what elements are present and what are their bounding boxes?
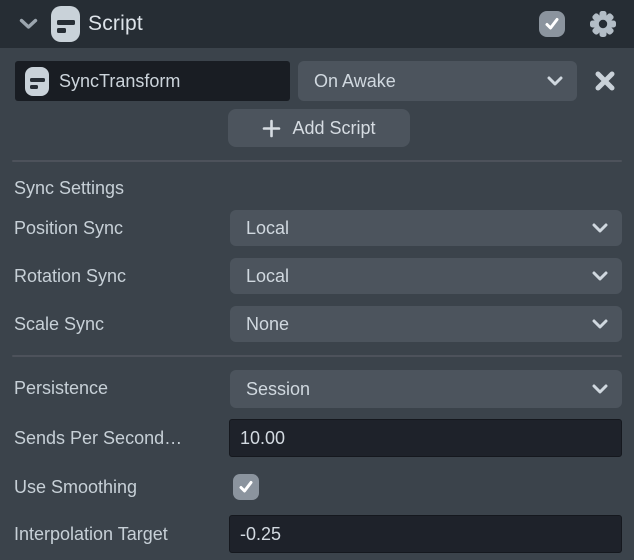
chevron-down-icon	[592, 319, 608, 329]
persistence-value: Session	[246, 370, 310, 408]
scale-sync-value: None	[246, 306, 289, 342]
chevron-down-icon	[592, 384, 608, 394]
settings-gear-icon[interactable]	[588, 9, 618, 39]
scale-sync-label: Scale Sync	[14, 306, 228, 342]
chevron-down-icon	[547, 76, 563, 86]
component-title: Script	[88, 0, 143, 48]
script-icon	[51, 6, 80, 42]
remove-script-button[interactable]	[593, 69, 617, 93]
rotation-sync-value: Local	[246, 258, 289, 294]
script-inspector-panel: Script SyncTransform On Awake	[0, 0, 634, 560]
check-icon	[237, 478, 255, 496]
sync-settings-section-label: Sync Settings	[14, 170, 124, 206]
chevron-down-icon	[592, 271, 608, 281]
persistence-label: Persistence	[14, 370, 228, 406]
component-enabled-checkbox[interactable]	[539, 11, 565, 37]
script-name-field[interactable]: SyncTransform	[15, 61, 290, 101]
plus-icon	[262, 119, 281, 138]
sends-per-second-label: Sends Per Second…	[14, 420, 228, 456]
position-sync-dropdown[interactable]: Local	[230, 210, 622, 246]
component-header: Script	[0, 0, 634, 48]
script-icon	[25, 67, 49, 96]
check-icon	[543, 15, 561, 33]
position-sync-label: Position Sync	[14, 210, 228, 246]
collapse-chevron-icon[interactable]	[19, 18, 38, 30]
use-smoothing-checkbox[interactable]	[233, 474, 259, 500]
section-divider	[12, 355, 622, 357]
add-script-label: Add Script	[292, 118, 375, 139]
chevron-down-icon	[592, 223, 608, 233]
rotation-sync-dropdown[interactable]: Local	[230, 258, 622, 294]
section-divider	[12, 160, 622, 162]
run-event-dropdown[interactable]: On Awake	[298, 61, 577, 101]
use-smoothing-label: Use Smoothing	[14, 469, 228, 505]
interpolation-target-label: Interpolation Target	[14, 516, 228, 552]
interpolation-target-input[interactable]	[229, 515, 622, 553]
run-event-value: On Awake	[314, 61, 396, 101]
sends-per-second-input[interactable]	[229, 419, 622, 457]
add-script-button[interactable]: Add Script	[228, 109, 410, 147]
scale-sync-dropdown[interactable]: None	[230, 306, 622, 342]
persistence-dropdown[interactable]: Session	[230, 370, 622, 408]
script-name-label: SyncTransform	[59, 61, 180, 101]
rotation-sync-label: Rotation Sync	[14, 258, 228, 294]
position-sync-value: Local	[246, 210, 289, 246]
